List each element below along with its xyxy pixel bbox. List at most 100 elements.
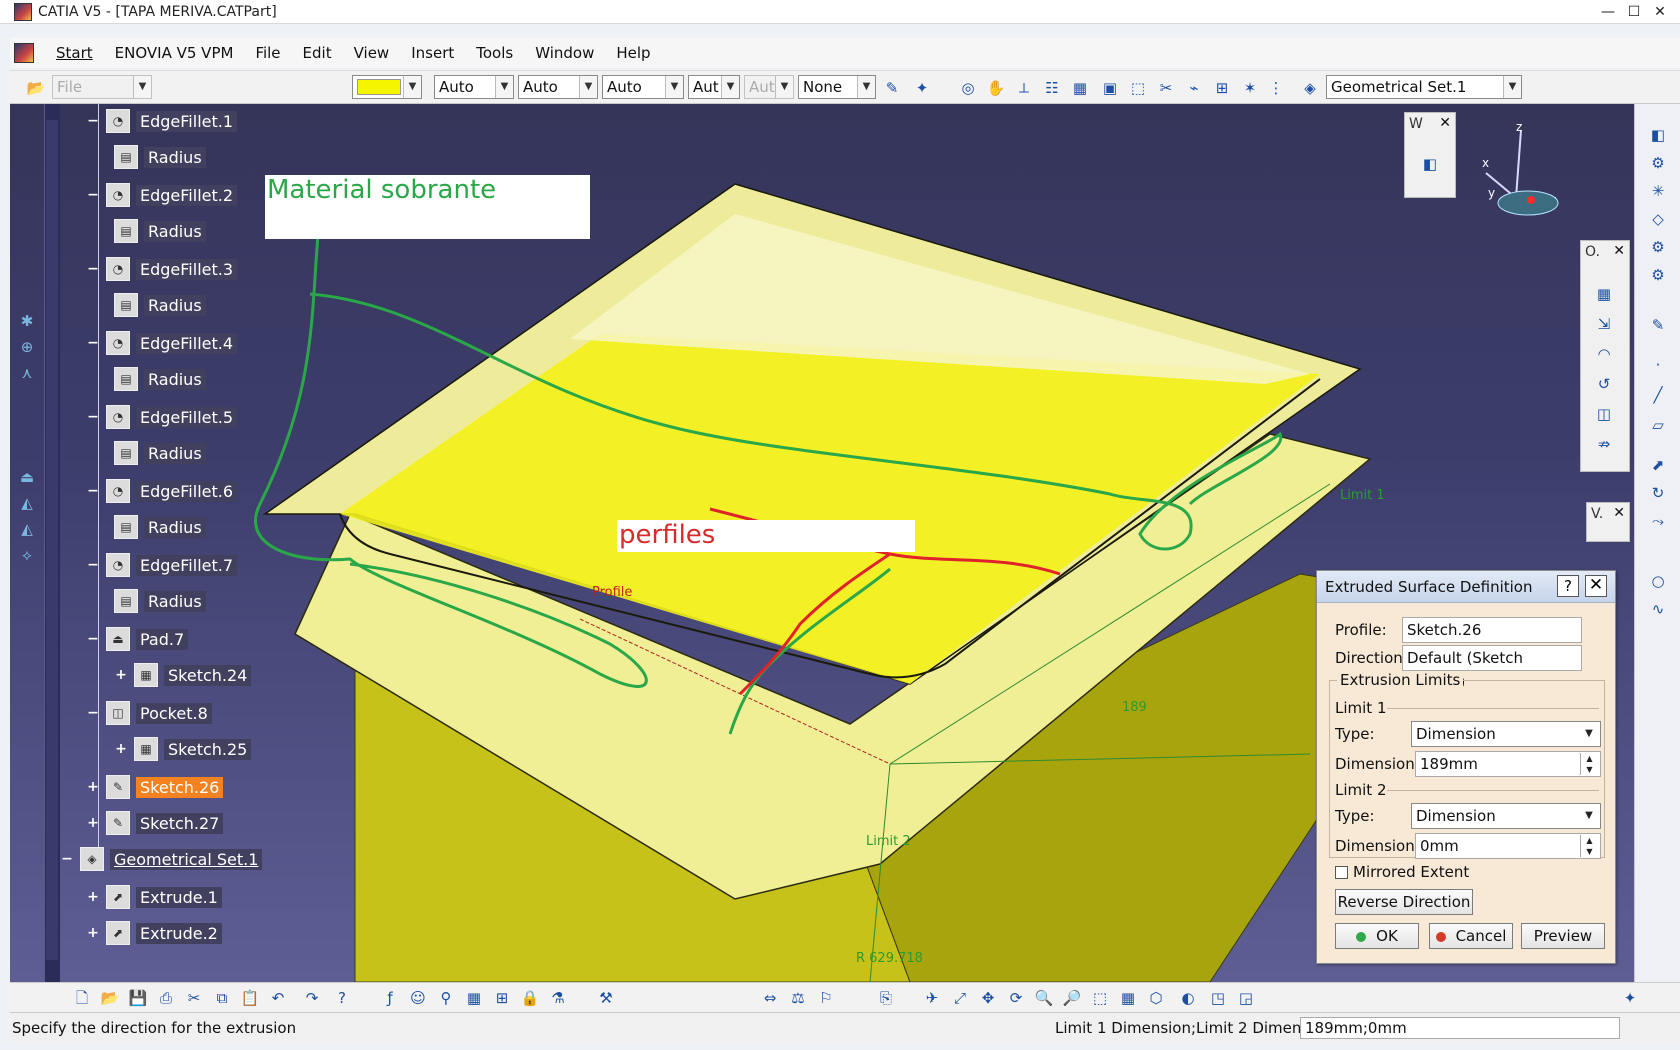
open-folder-icon[interactable]: 📂 [26,78,46,98]
tree-node-radius[interactable]: ▤ Radius [114,514,206,540]
tree-node-edgefillet2[interactable]: − ◔ EdgeFillet.2 [86,182,238,208]
tree-node-radius[interactable]: ▤ Radius [114,440,206,466]
swap-visible-icon[interactable]: ◲ [1236,988,1256,1008]
cut-icon[interactable]: ✂ [184,988,204,1008]
point-combo[interactable]: Aut ▼ [688,75,740,99]
current-set-combo[interactable]: Geometrical Set.1 ▼ [1326,75,1522,99]
shaft-icon[interactable]: ◭ [16,518,38,540]
paste-icon[interactable]: 📋 [240,988,260,1008]
tree-node-edgefillet4[interactable]: − ◔ EdgeFillet.4 [86,330,238,356]
circle-icon[interactable]: ○ [1647,570,1669,592]
plane-icon[interactable]: ⊕ [16,336,38,358]
undo-icon[interactable]: ↶ [268,988,288,1008]
operation-icon[interactable]: ▦ [1593,283,1615,305]
axis-icon[interactable]: ⟂ [1014,78,1034,98]
tree-node-extrude1[interactable]: + ⬈ Extrude.1 [86,884,222,910]
multi-view-icon[interactable]: ▦ [1118,988,1138,1008]
gear-icon[interactable]: ⚙ [1647,236,1669,258]
expand-icon[interactable]: + [86,926,100,940]
layer-combo[interactable]: Aut ▼ [744,75,794,99]
knowledge-icon[interactable]: ☺ [408,988,428,1008]
menu-view[interactable]: View [354,44,390,62]
weight-icon[interactable]: ⚐ [816,988,836,1008]
new-icon[interactable]: 🗋 [72,988,92,1008]
expand-icon[interactable]: + [114,668,128,682]
properties-icon[interactable]: ✦ [912,78,932,98]
collapse-icon[interactable]: − [86,410,100,424]
menu-tools[interactable]: Tools [476,44,513,62]
extrude-icon[interactable]: ⬈ [1647,454,1669,476]
pocket-icon[interactable]: ◭ [16,492,38,514]
limit2-type-select[interactable]: Dimension ▼ [1411,803,1601,829]
revolve-icon[interactable]: ↻ [1647,482,1669,504]
tree-node-pad7[interactable]: − ⏏ Pad.7 [86,626,189,652]
menu-file[interactable]: File [255,44,280,62]
shading-icon[interactable]: ◐ [1178,988,1198,1008]
snap-icon[interactable]: ✶ [1240,78,1260,98]
tree-node-extrude2[interactable]: + ⬈ Extrude.2 [86,920,222,946]
tree-node-geometrical-set[interactable]: − ◈ Geometrical Set.1 [60,846,263,872]
limit1-type-select[interactable]: Dimension ▼ [1411,721,1601,747]
hide-show-icon[interactable]: ◳ [1208,988,1228,1008]
fly-icon[interactable]: ◎ [958,78,978,98]
part-design-icon[interactable]: ◧ [1419,153,1441,175]
lock-icon[interactable]: 🔒 [520,988,540,1008]
inertia-icon[interactable]: ⚖ [788,988,808,1008]
painter-icon[interactable]: ✎ [882,78,902,98]
tree-icon[interactable]: ☷ [1042,78,1062,98]
operation-icon[interactable]: ◫ [1593,403,1615,425]
tree-node-pocket8[interactable]: − ◫ Pocket.8 [86,700,212,726]
sketch-edit-icon[interactable]: ✎ [1647,314,1669,336]
print-icon[interactable]: ⎙ [156,988,176,1008]
line-icon[interactable]: ╱ [1647,384,1669,406]
preview-button[interactable]: Preview [1521,923,1605,949]
menu-insert[interactable]: Insert [411,44,454,62]
pad-icon[interactable]: ⏏ [16,466,38,488]
render-combo[interactable]: None ▼ [798,75,876,99]
help-button[interactable]: ? [1557,575,1579,597]
whats-this-icon[interactable]: ? [332,988,352,1008]
analysis-icon[interactable]: ⚗ [548,988,568,1008]
redo-icon[interactable]: ↷ [302,988,322,1008]
expand-icon[interactable]: + [114,742,128,756]
geometrical-set-icon[interactable]: ◈ [1300,78,1320,98]
operation-icon[interactable]: ⇏ [1593,433,1615,455]
tree-node-radius[interactable]: ▤ Radius [114,144,206,170]
compass[interactable]: z x y [1476,118,1566,228]
light-icon[interactable]: ⚲ [436,988,456,1008]
mirrored-checkbox[interactable] [1335,866,1348,879]
normal-view-icon[interactable]: ⬚ [1090,988,1110,1008]
constraint-icon[interactable]: ⋏ [16,362,38,384]
ok-button[interactable]: OK [1335,923,1419,949]
view-cube-icon[interactable]: ▣ [1100,78,1120,98]
pan-icon[interactable]: ✥ [978,988,998,1008]
hierarchy-icon[interactable]: ⊞ [1212,78,1232,98]
cut-icon[interactable]: ✂ [1156,78,1176,98]
collapse-icon[interactable]: − [86,188,100,202]
close-icon[interactable]: ✕ [1439,115,1451,131]
formula-icon[interactable]: ƒ [380,988,400,1008]
menu-start[interactable]: Start [56,44,93,62]
collapse-icon[interactable]: − [86,632,100,646]
capture-icon[interactable]: ⎘ [876,988,896,1008]
color-combo[interactable]: ▼ [352,75,422,99]
tree-node-sketch25[interactable]: + ▦ Sketch.25 [114,736,252,762]
close-button[interactable]: ✕ [1648,2,1672,22]
settings-icon[interactable]: ⚙ [1647,152,1669,174]
menu-edit[interactable]: Edit [303,44,332,62]
expand-icon[interactable]: + [86,890,100,904]
measure-icon[interactable]: ⇔ [760,988,780,1008]
tree-node-radius[interactable]: ▤ Radius [114,218,206,244]
minimize-button[interactable]: — [1596,2,1620,22]
tree-node-sketch27[interactable]: + ✎ Sketch.27 [86,810,224,836]
tree-node-edgefillet1[interactable]: − ◔ EdgeFillet.1 [86,108,238,134]
thickness-combo[interactable]: Auto ▼ [518,75,598,99]
operation-icon[interactable]: ⇲ [1593,313,1615,335]
transform-icon[interactable]: ✳ [1647,180,1669,202]
collapse-icon[interactable]: − [86,336,100,350]
surface-icon[interactable]: ◇ [1647,208,1669,230]
operation-icon[interactable]: ◠ [1593,343,1615,365]
iso-view-icon[interactable]: ⬡ [1146,988,1166,1008]
collapse-icon[interactable]: − [86,484,100,498]
linewidth-combo[interactable]: Auto ▼ [602,75,684,99]
